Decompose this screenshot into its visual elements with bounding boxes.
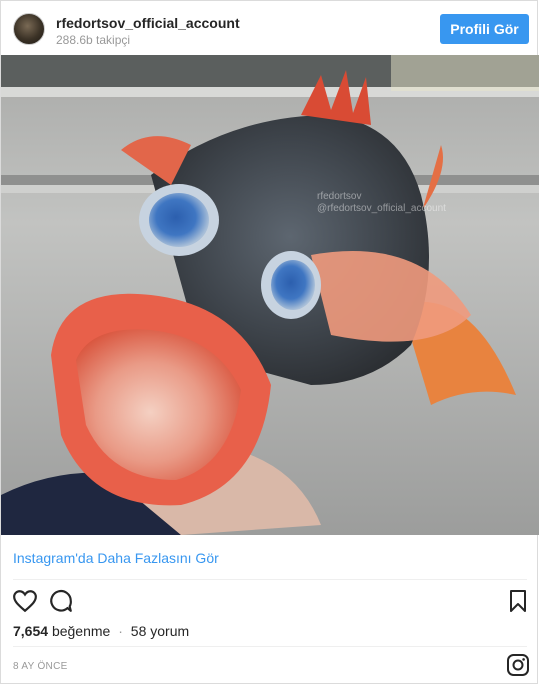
comments-count[interactable]: 58 yorum [131,623,189,639]
fish-photo [1,55,539,535]
heart-icon[interactable] [12,588,38,614]
post-photo[interactable]: rfedortsov @rfedortsov_official_account [1,55,539,535]
divider [13,579,527,580]
instagram-embed-card: rfedortsov_official_account 288.6b takip… [0,0,539,684]
watermark-line-2: @rfedortsov_official_account [317,203,446,214]
likes-count[interactable]: 7,654 [13,623,48,639]
likes-label[interactable]: beğenme [52,623,110,639]
view-profile-button[interactable]: Profili Gör [440,14,529,44]
username[interactable]: rfedortsov_official_account [56,15,240,31]
follower-count: 288.6b takipçi [56,33,131,47]
post-header: rfedortsov_official_account 288.6b takip… [1,1,537,55]
bookmark-icon[interactable] [506,588,532,614]
instagram-icon[interactable] [506,653,530,677]
post-timestamp[interactable]: 8 AY ÖNCE [13,661,68,672]
photo-watermark: rfedortsov @rfedortsov_official_account [317,191,446,215]
watermark-line-1: rfedortsov [317,191,362,202]
comment-icon[interactable] [48,588,74,614]
avatar[interactable] [13,13,45,45]
view-more-link[interactable]: Instagram'da Daha Fazlasını Gör [13,550,219,566]
engagement-stats: 7,654 beğenme · 58 yorum [13,623,189,639]
separator-dot: · [118,623,123,639]
divider [13,646,527,647]
